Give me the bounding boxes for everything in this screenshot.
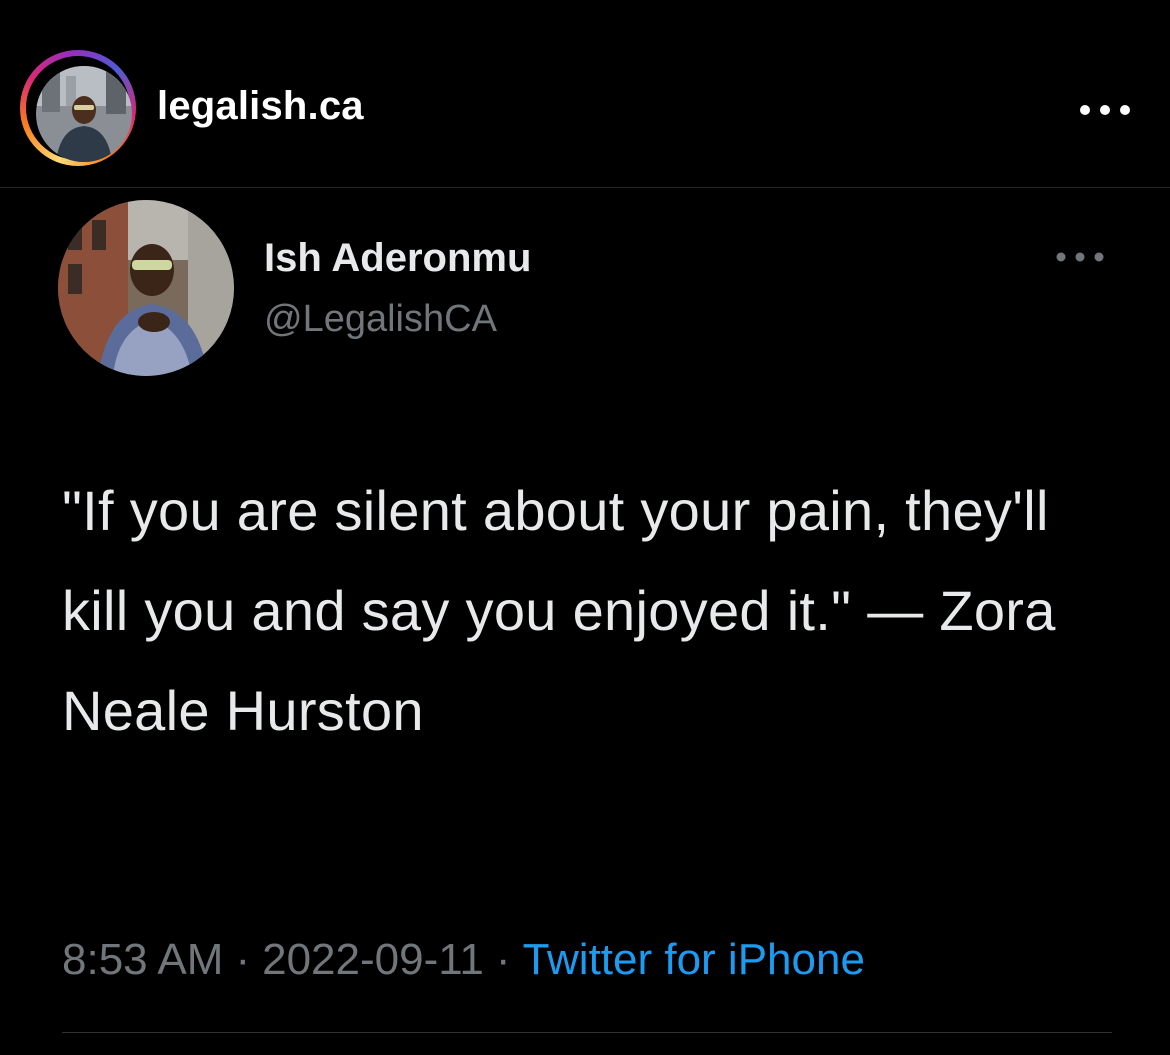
tweet-author-name[interactable]: Ish Aderonmu [264,234,531,282]
tweet-source-link[interactable]: Twitter for iPhone [523,935,865,984]
post-more-button[interactable] [1070,90,1140,130]
tweet-metadata: 8:53 AM · 2022-09-11 · Twitter for iPhone [62,934,865,986]
more-horizontal-icon [1080,105,1130,115]
tweet-author-handle[interactable]: @LegalishCA [264,297,497,341]
meta-separator: · [235,935,251,984]
profile-photo-icon [36,66,132,162]
divider [62,1032,1112,1033]
account-name[interactable]: legalish.ca [157,82,364,130]
tweet-card: Ish Aderonmu @LegalishCA "If you are sil… [0,189,1170,1055]
tweet-time: 8:53 AM [62,935,224,984]
post-header: legalish.ca [0,0,1170,188]
meta-separator: · [495,935,511,984]
more-horizontal-icon [1056,252,1104,262]
story-ring[interactable] [20,50,136,166]
profile-photo-icon [58,200,234,376]
tweet-date: 2022-09-11 [262,935,484,984]
tweet-author-avatar[interactable] [58,200,234,376]
tweet-more-button[interactable] [1045,239,1115,275]
tweet-text: "If you are silent about your pain, they… [62,479,1056,742]
account-avatar[interactable] [36,66,132,162]
